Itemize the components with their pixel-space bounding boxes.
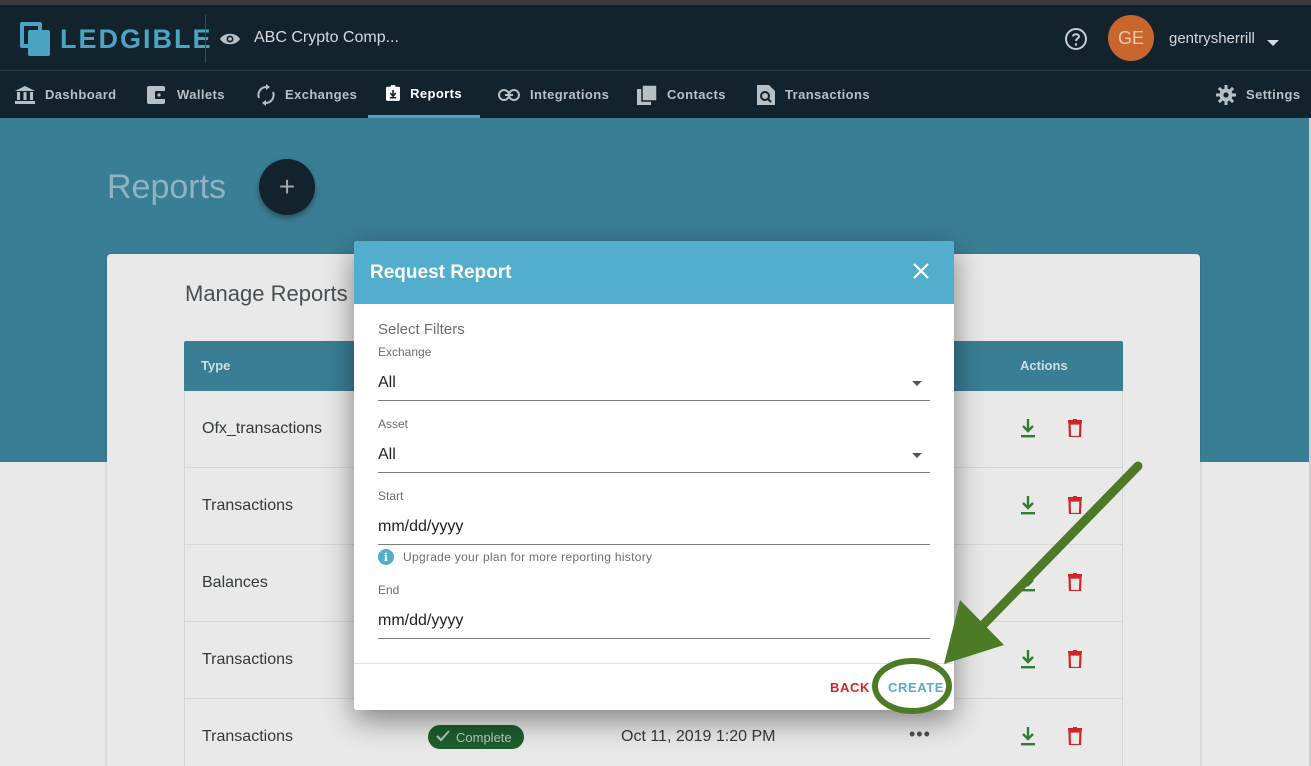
trash-icon[interactable] [1068,573,1082,596]
chevron-down-icon[interactable] [1267,40,1279,46]
more-options-icon[interactable]: ••• [909,724,931,745]
trash-icon[interactable] [1068,419,1082,442]
trash-icon[interactable] [1068,650,1082,673]
main-nav: Dashboard Wallets Exchanges Reports Inte… [0,70,1311,118]
contacts-icon [637,84,657,105]
download-icon[interactable] [1020,573,1036,597]
column-header-type: Type [201,358,231,373]
nav-item-integrations[interactable]: Integrations [498,71,609,118]
create-button[interactable]: CREATE [888,680,944,695]
chevron-down-icon [912,453,922,458]
download-icon[interactable] [1020,419,1036,443]
nav-item-reports[interactable]: Reports [368,71,480,118]
nav-item-transactions[interactable]: Transactions [757,71,870,118]
nav-item-wallets[interactable]: Wallets [147,71,225,118]
sync-icon [257,83,275,106]
nav-item-contacts[interactable]: Contacts [637,71,726,118]
back-button[interactable]: BACK [830,680,870,695]
report-date: Oct 11, 2019 1:20 PM [621,728,776,745]
ledgible-logo[interactable]: LEDGIBLE [20,22,213,56]
download-icon[interactable] [1020,496,1036,520]
wallet-icon [147,85,167,104]
avatar[interactable]: GE [1108,15,1154,61]
status-text: Complete [456,729,512,745]
download-icon[interactable] [1020,650,1036,674]
link-icon [498,88,520,101]
eye-icon[interactable] [219,32,241,51]
end-date-input[interactable]: mm/dd/yyyy [378,605,930,639]
request-report-dialog: Request Report Select Filters Exchange A… [354,241,954,710]
end-date-placeholder: mm/dd/yyyy [378,612,464,629]
dialog-header: Request Report [354,241,954,304]
add-report-button[interactable]: + [259,159,315,215]
nav-label: Settings [1246,87,1301,102]
logo-mark-icon [20,22,50,56]
nav-label: Transactions [785,87,870,102]
top-bar: LEDGIBLE ABC Crypto Comp... GE gentryshe… [0,0,1311,70]
report-type: Transactions [202,497,293,514]
dialog-body: Select Filters Exchange All Asset All St… [354,304,954,663]
card-title: Manage Reports [185,281,348,306]
report-type: Balances [202,574,268,591]
exchange-select[interactable]: All [378,367,930,401]
chevron-down-icon [912,381,922,386]
nav-label: Wallets [177,87,225,102]
report-icon [386,85,401,101]
close-icon[interactable] [913,263,929,284]
download-icon[interactable] [1020,727,1036,751]
nav-item-settings[interactable]: Settings [1216,71,1300,118]
transactions-icon [757,84,775,105]
status-badge: Complete [428,725,524,749]
nav-label: Contacts [667,87,726,102]
filters-heading: Select Filters [378,321,465,338]
nav-item-dashboard[interactable]: Dashboard [15,71,117,118]
logo-text: LEDGIBLE [60,23,213,54]
nav-label: Exchanges [285,87,358,102]
bank-icon [15,85,35,104]
dialog-title: Request Report [370,262,512,283]
info-icon: i [378,549,394,565]
nav-label: Reports [410,85,462,101]
start-date-placeholder: mm/dd/yyyy [378,518,464,535]
asset-select[interactable]: All [378,439,930,473]
report-type: Ofx_transactions [202,420,323,437]
exchange-label: Exchange [378,345,432,359]
nav-label: Integrations [530,87,610,102]
check-icon [436,729,450,745]
report-type: Transactions [202,728,293,745]
help-icon[interactable] [1064,27,1088,56]
topbar-divider [205,15,206,63]
trash-icon[interactable] [1068,727,1082,750]
hint-text: Upgrade your plan for more reporting his… [403,550,653,564]
page-title: Reports [107,168,227,206]
username[interactable]: gentrysherrill [1169,30,1255,47]
column-header-actions: Actions [1020,358,1068,373]
nav-item-exchanges[interactable]: Exchanges [257,71,357,118]
dialog-actions: BACK CREATE [354,663,954,710]
start-date-input[interactable]: mm/dd/yyyy [378,511,930,545]
report-type: Transactions [202,651,293,668]
trash-icon[interactable] [1068,496,1082,519]
start-label: Start [378,489,404,503]
nav-label: Dashboard [45,87,117,102]
company-name[interactable]: ABC Crypto Comp... [254,29,399,47]
exchange-value: All [378,374,396,391]
upgrade-hint: i Upgrade your plan for more reporting h… [378,549,652,565]
asset-label: Asset [378,417,409,431]
end-label: End [378,583,400,597]
gear-icon [1216,84,1236,105]
asset-value: All [378,446,396,463]
